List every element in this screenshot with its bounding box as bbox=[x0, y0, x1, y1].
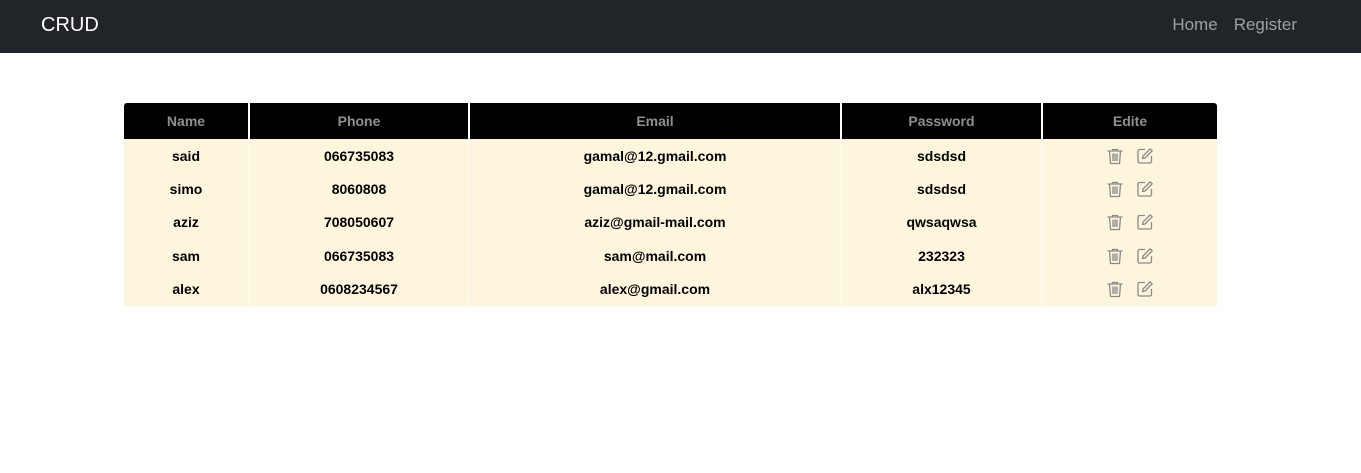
trash-icon[interactable] bbox=[1106, 280, 1124, 298]
nav-links: Home Register bbox=[1172, 14, 1297, 36]
cell-actions bbox=[1043, 239, 1217, 273]
table-header-row: Name Phone Email Password Edite bbox=[124, 103, 1217, 139]
table-row: sam 066735083 sam@mail.com 232323 bbox=[124, 239, 1217, 273]
trash-icon[interactable] bbox=[1106, 247, 1124, 265]
cell-phone: 066735083 bbox=[250, 139, 470, 173]
cell-email: sam@mail.com bbox=[470, 239, 842, 273]
cell-email: aziz@gmail-mail.com bbox=[470, 205, 842, 240]
cell-name: alex bbox=[124, 272, 250, 306]
cell-phone: 708050607 bbox=[250, 205, 470, 240]
table-body: said 066735083 gamal@12.gmail.com sdsdsd bbox=[124, 139, 1217, 306]
users-table: Name Phone Email Password Edite said 066… bbox=[124, 103, 1217, 306]
users-table-container: Name Phone Email Password Edite said 066… bbox=[124, 103, 1217, 306]
column-header-name: Name bbox=[124, 103, 250, 139]
cell-name: said bbox=[124, 139, 250, 173]
nav-link-home[interactable]: Home bbox=[1172, 14, 1217, 36]
edit-icon[interactable] bbox=[1136, 180, 1154, 198]
edit-icon[interactable] bbox=[1136, 213, 1154, 231]
cell-phone: 0608234567 bbox=[250, 272, 470, 306]
cell-actions bbox=[1043, 272, 1217, 306]
cell-email: gamal@12.gmail.com bbox=[470, 139, 842, 173]
edit-icon[interactable] bbox=[1136, 247, 1154, 265]
trash-icon[interactable] bbox=[1106, 180, 1124, 198]
cell-password: alx12345 bbox=[842, 272, 1043, 306]
row-actions bbox=[1043, 213, 1217, 231]
table-row: aziz 708050607 aziz@gmail-mail.com qwsaq… bbox=[124, 205, 1217, 240]
cell-email: alex@gmail.com bbox=[470, 272, 842, 306]
row-actions bbox=[1043, 147, 1217, 165]
cell-password: qwsaqwsa bbox=[842, 205, 1043, 240]
edit-icon[interactable] bbox=[1136, 280, 1154, 298]
column-header-phone: Phone bbox=[250, 103, 470, 139]
edit-icon[interactable] bbox=[1136, 147, 1154, 165]
row-actions bbox=[1043, 247, 1217, 265]
trash-icon[interactable] bbox=[1106, 147, 1124, 165]
column-header-email: Email bbox=[470, 103, 842, 139]
navbar: CRUD Home Register bbox=[0, 0, 1361, 53]
table-row: simo 8060808 gamal@12.gmail.com sdsdsd bbox=[124, 172, 1217, 206]
column-header-password: Password bbox=[842, 103, 1043, 139]
cell-actions bbox=[1043, 205, 1217, 240]
trash-icon[interactable] bbox=[1106, 213, 1124, 231]
cell-password: sdsdsd bbox=[842, 139, 1043, 173]
row-actions bbox=[1043, 280, 1217, 298]
row-actions bbox=[1043, 180, 1217, 198]
table-row: alex 0608234567 alex@gmail.com alx12345 bbox=[124, 272, 1217, 306]
table-row: said 066735083 gamal@12.gmail.com sdsdsd bbox=[124, 139, 1217, 173]
cell-phone: 8060808 bbox=[250, 172, 470, 206]
nav-link-register[interactable]: Register bbox=[1234, 14, 1297, 36]
cell-password: sdsdsd bbox=[842, 172, 1043, 206]
cell-actions bbox=[1043, 139, 1217, 173]
cell-email: gamal@12.gmail.com bbox=[470, 172, 842, 206]
brand-link[interactable]: CRUD bbox=[41, 13, 99, 37]
cell-name: sam bbox=[124, 239, 250, 273]
table-header: Name Phone Email Password Edite bbox=[124, 103, 1217, 139]
cell-phone: 066735083 bbox=[250, 239, 470, 273]
column-header-edit: Edite bbox=[1043, 103, 1217, 139]
cell-password: 232323 bbox=[842, 239, 1043, 273]
cell-name: simo bbox=[124, 172, 250, 206]
cell-actions bbox=[1043, 172, 1217, 206]
cell-name: aziz bbox=[124, 205, 250, 240]
